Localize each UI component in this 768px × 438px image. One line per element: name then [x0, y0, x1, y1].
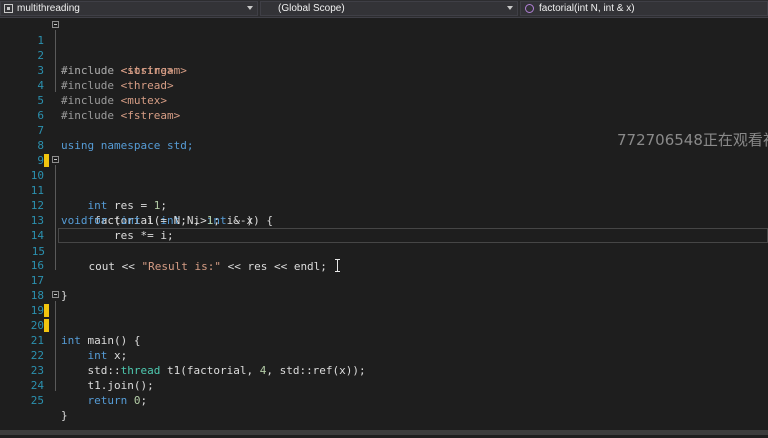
change-marker — [44, 304, 49, 317]
code-line[interactable]: 18 — [0, 273, 768, 302]
code-text: } — [61, 409, 68, 422]
code-line[interactable]: 4 #include <mutex> — [0, 63, 768, 107]
code-line[interactable]: 5 #include <fstream> — [0, 78, 768, 122]
line-number: 14 — [30, 229, 44, 242]
text-cursor-icon — [334, 259, 341, 272]
code-line[interactable]: 1 #include <iostream> — [0, 18, 768, 77]
code-text: return 0; — [87, 394, 148, 407]
code-line[interactable]: 13 res *= i; — [0, 198, 768, 242]
code-line[interactable]: 16 — [0, 243, 768, 272]
code-editor[interactable]: 1 #include <iostream> 2 #include <string… — [0, 18, 768, 430]
code-line[interactable]: 24 return 0; — [0, 363, 768, 407]
member-dropdown[interactable]: factorial(int N, int & x) — [520, 1, 768, 16]
navigation-bar: multithreading (Global Scope) factorial(… — [0, 0, 768, 18]
collapse-icon[interactable] — [52, 291, 59, 298]
scope-name: (Global Scope) — [278, 3, 345, 14]
code-line[interactable]: 25 } — [0, 378, 768, 422]
code-line[interactable]: 12 for (int i = N; i>1; i--) — [0, 183, 768, 227]
code-line[interactable]: 21 std::thread t1(factorial, 4, std::ref… — [0, 318, 768, 377]
current-code-line[interactable]: 15 cout << "Result is:" << res << endl; — [32, 228, 768, 273]
project-dropdown[interactable]: multithreading — [0, 1, 258, 16]
code-line[interactable]: 10 void factorial(int N, int & x) { — [0, 153, 768, 227]
code-line[interactable]: 19 int main() { — [0, 288, 768, 347]
code-line[interactable]: 17 } — [0, 258, 768, 302]
code-line[interactable]: 23 t1.join(); — [0, 348, 768, 392]
code-line[interactable]: 6 — [0, 93, 768, 122]
code-line[interactable]: 20 int x; — [0, 303, 768, 362]
viewer-watermark: 772706548正在观看视 — [617, 131, 768, 149]
code-line[interactable]: 2 #include <string> — [0, 33, 768, 77]
line-number: 25 — [30, 394, 44, 407]
code-line[interactable]: 14 — [0, 213, 768, 242]
function-icon — [525, 4, 534, 13]
code-line[interactable]: 11 int res = 1; — [0, 168, 768, 212]
chevron-down-icon[interactable] — [247, 6, 253, 10]
status-bar — [0, 430, 768, 435]
project-icon — [4, 4, 13, 13]
collapse-icon[interactable] — [52, 21, 59, 28]
change-marker — [44, 154, 49, 167]
code-line[interactable]: 22 — [0, 333, 768, 362]
project-name: multithreading — [17, 3, 80, 14]
scope-dropdown[interactable]: (Global Scope) — [260, 1, 518, 16]
collapse-icon[interactable] — [52, 156, 59, 163]
code-line[interactable]: 3 #include <thread> — [0, 48, 768, 92]
chevron-down-icon[interactable] — [507, 6, 513, 10]
member-name: factorial(int N, int & x) — [539, 3, 635, 14]
code-line[interactable]: 7 using namespace std; — [0, 108, 768, 152]
change-marker — [44, 319, 49, 332]
